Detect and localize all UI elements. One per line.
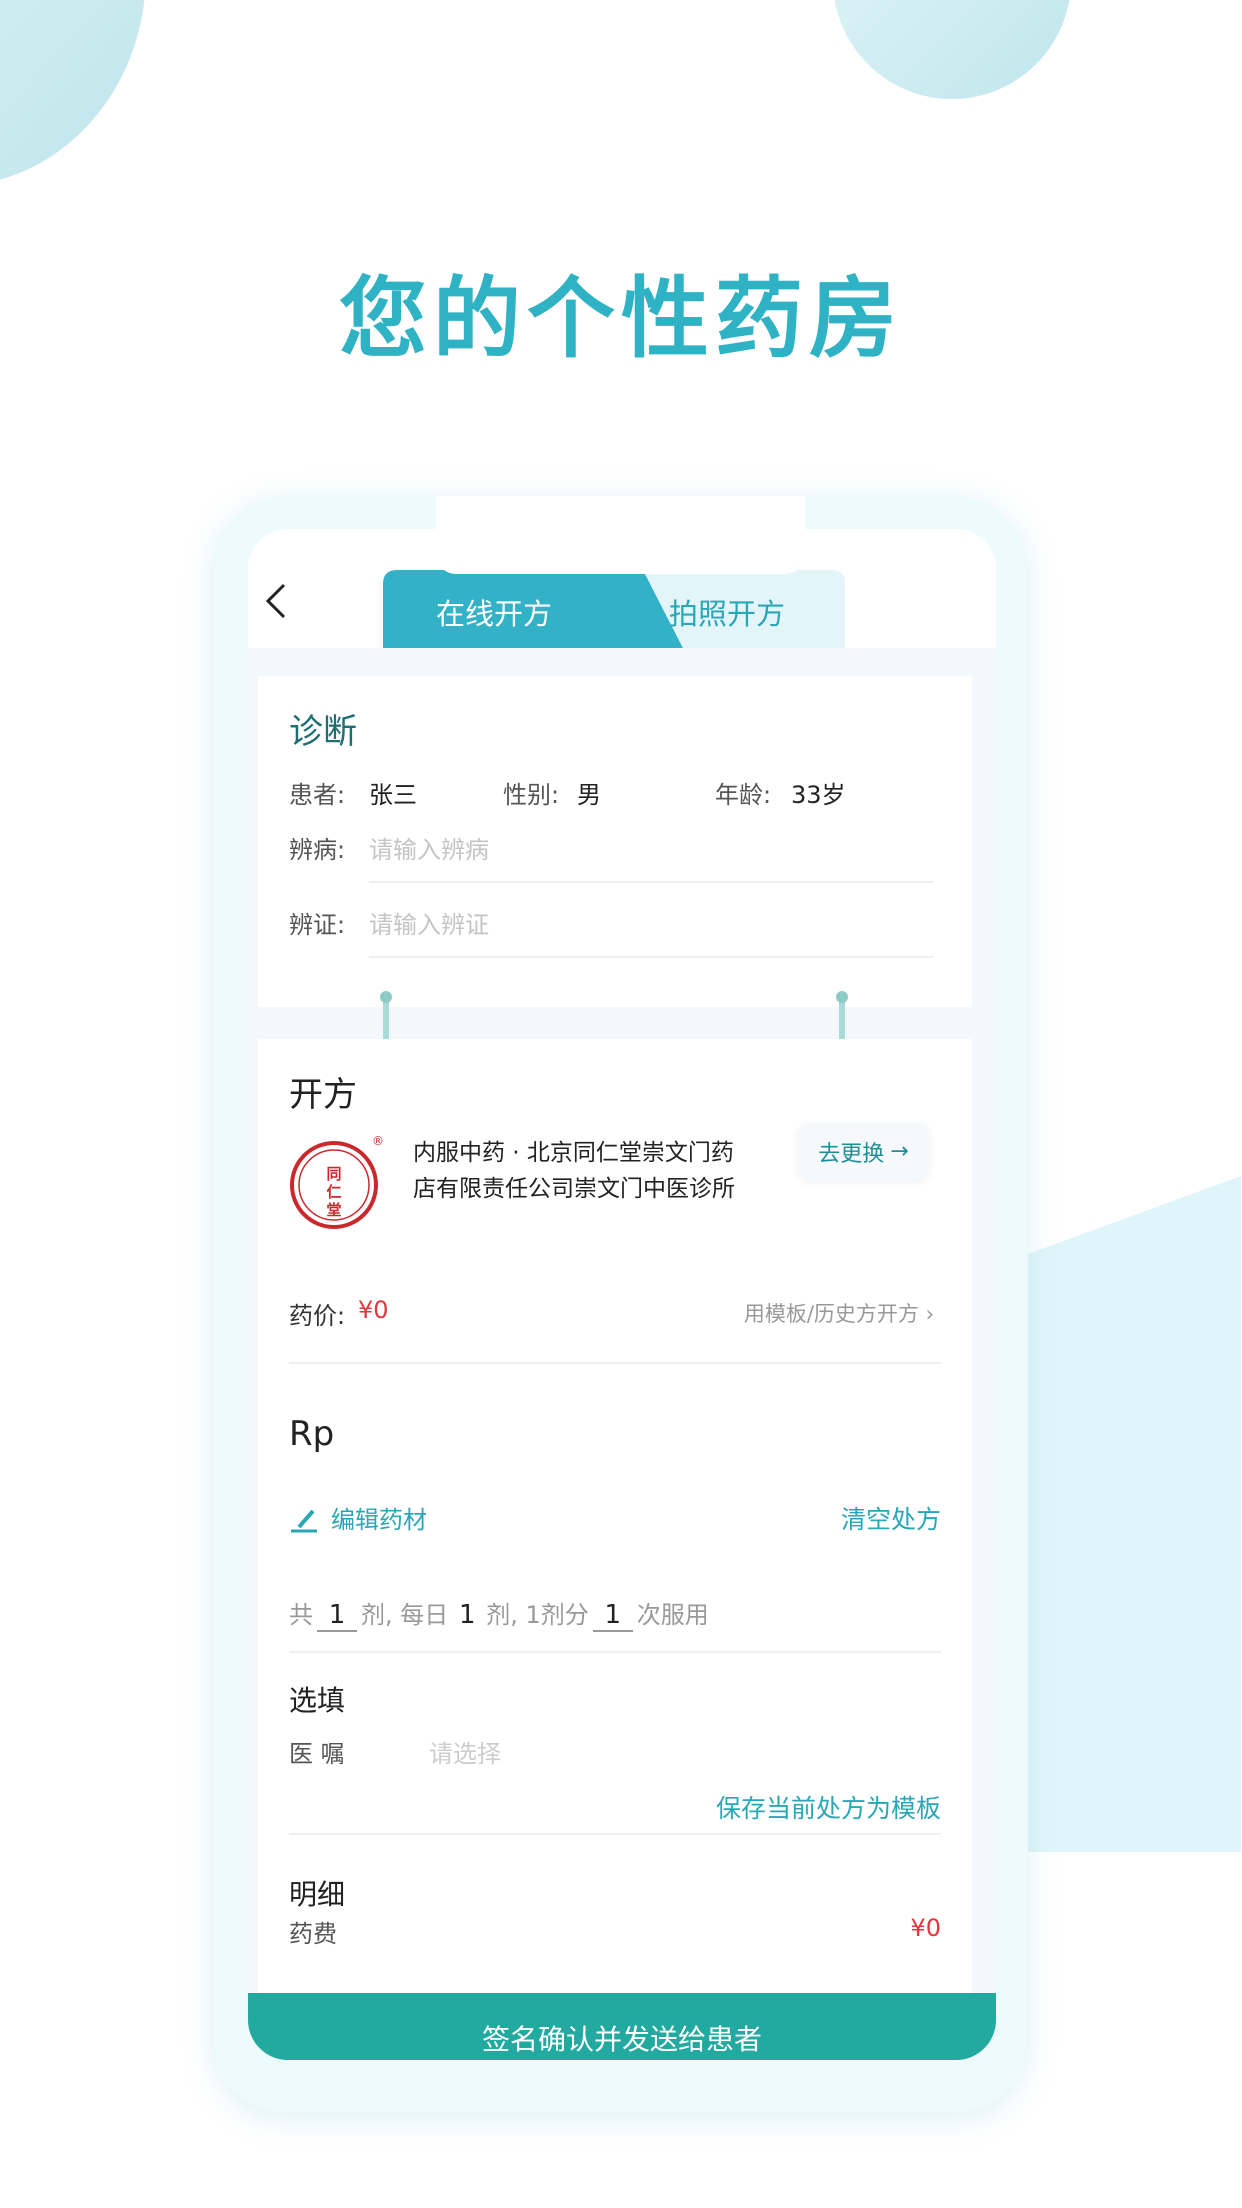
phone-notch	[436, 496, 805, 574]
decor-circle-right	[834, 0, 1070, 99]
decor-shape-right	[1028, 1176, 1241, 1852]
sign-send-button[interactable]: 签名确认并发送给患者	[248, 1993, 996, 2060]
price-value: ¥0	[358, 1296, 389, 1324]
disease-input[interactable]: 请输入辨病	[369, 830, 489, 865]
svg-text:®: ®	[372, 1134, 384, 1148]
divider	[369, 881, 934, 883]
price-label: 药价:	[289, 1302, 346, 1330]
age-value: 33岁	[791, 781, 846, 809]
back-icon[interactable]	[262, 581, 292, 621]
advice-select[interactable]: 请选择	[429, 1734, 501, 1769]
decor-circle-left	[0, 0, 145, 180]
pencil-icon	[291, 1509, 317, 1532]
advice-label: 医 嘱	[289, 1740, 345, 1768]
template-history-link[interactable]: 用模板/历史方开方 ›	[744, 1298, 934, 1328]
template-link-label: 用模板/历史方开方	[743, 1302, 919, 1326]
sign-send-label: 签名确认并发送给患者	[481, 2022, 762, 2056]
dosage-text: 共	[289, 1601, 313, 1629]
dosage-text: 剂, 1剂分	[486, 1601, 589, 1629]
edit-herbs-button[interactable]: 编辑药材	[289, 1500, 427, 1535]
dosage-text: 次服用	[636, 1601, 709, 1629]
pharmacy-name-line1: 内服中药 · 北京同仁堂崇文门药	[413, 1140, 734, 1166]
diagnosis-title: 诊断	[289, 712, 357, 752]
divider	[289, 1833, 941, 1835]
svg-text:仁: 仁	[326, 1183, 341, 1201]
tab-online-prescription[interactable]: 在线开方	[436, 591, 552, 633]
rp-title: Rp	[289, 1414, 335, 1454]
clear-prescription-button[interactable]: 清空处方	[841, 1500, 941, 1536]
patient-label: 患者:	[289, 781, 346, 809]
diagnosis-card: 诊断 患者: 张三 性别: 男 年龄: 33岁 辨病: 请输入辨病 辨证: 请输…	[258, 676, 972, 1007]
divider	[289, 1651, 941, 1653]
pharmacy-name-line2: 店有限责任公司崇文门中医诊所	[413, 1176, 735, 1202]
arrow-right-icon: →	[890, 1139, 909, 1164]
detail-title: 明细	[289, 1878, 346, 1911]
syndrome-input[interactable]: 请输入辨证	[369, 905, 489, 940]
app-screen: 在线开方 拍照开方 诊断 患者: 张三 性别: 男 年龄: 33岁 辨病: 请输…	[248, 529, 996, 2060]
syndrome-label: 辨证:	[289, 911, 346, 939]
daily-doses-input[interactable]: 1	[452, 1600, 482, 1630]
times-input[interactable]: 1	[592, 1600, 633, 1632]
tab-photo-prescription[interactable]: 拍照开方	[669, 591, 785, 633]
save-template-button[interactable]: 保存当前处方为模板	[716, 1789, 941, 1825]
optional-title: 选填	[289, 1684, 346, 1717]
change-pharmacy-button[interactable]: 去更换 →	[798, 1123, 929, 1180]
total-doses-input[interactable]: 1	[317, 1600, 357, 1632]
svg-text:同: 同	[326, 1165, 341, 1183]
change-label: 去更换	[818, 1141, 885, 1167]
divider	[369, 956, 934, 958]
edit-herbs-label: 编辑药材	[331, 1506, 427, 1534]
gender-label: 性别:	[503, 781, 560, 809]
chevron-right-icon: ›	[925, 1302, 934, 1326]
age-label: 年龄:	[715, 781, 772, 809]
prescription-card: 开方 同 仁 堂 ® 内服中药 · 北京同仁堂崇文门药 店有限责任公司崇文门中医…	[258, 1039, 972, 1993]
fee-label: 药费	[289, 1920, 337, 1948]
tongrentang-logo: 同 仁 堂 ®	[290, 1134, 384, 1229]
gender-value: 男	[577, 781, 601, 809]
dosage-text: 剂, 每日	[361, 1601, 449, 1629]
svg-text:堂: 堂	[326, 1201, 341, 1219]
patient-value: 张三	[369, 781, 417, 809]
disease-label: 辨病:	[289, 836, 346, 864]
fee-value: ¥0	[910, 1914, 941, 1942]
dosage-row: 共 1 剂, 每日 1 剂, 1剂分 1 次服用	[289, 1595, 709, 1632]
prescription-title: 开方	[289, 1075, 357, 1115]
headline: 您的个性药房	[338, 267, 903, 370]
divider	[289, 1362, 941, 1364]
